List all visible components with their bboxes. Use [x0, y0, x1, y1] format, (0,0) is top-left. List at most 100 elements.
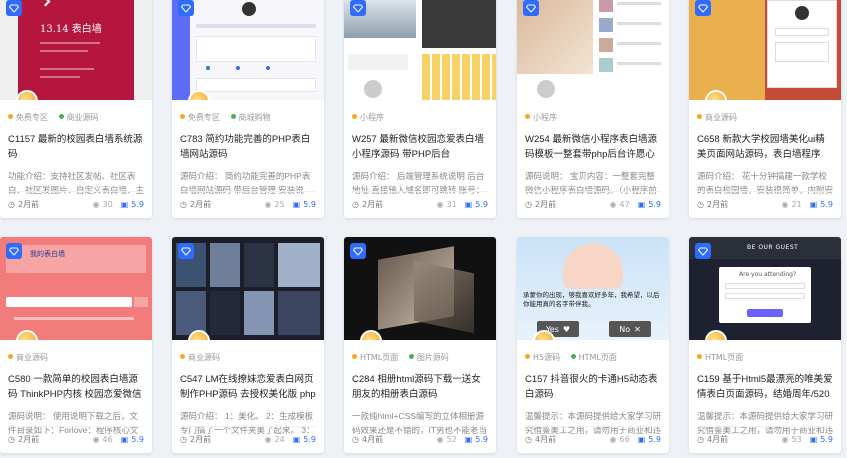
tag[interactable]: 商业源码	[8, 353, 48, 362]
product-card[interactable]: 商业源码 C658 新款大学校园墙美化ui精美页面网站源码，表白墙程序 源码介绍…	[689, 0, 841, 218]
diamond-icon	[178, 243, 194, 259]
thumbnail-line	[617, 22, 661, 25]
divider	[697, 426, 833, 427]
card-title[interactable]: C658 新款大学校园墙美化ui精美页面网站源码，表白墙程序	[697, 132, 833, 162]
thumbnail-dot	[206, 66, 210, 70]
tag-dot	[230, 114, 236, 119]
price: ▣ 5.9	[121, 435, 144, 444]
price: ▣ 5.9	[465, 200, 488, 209]
price: ▣ 5.9	[465, 435, 488, 444]
tag[interactable]: HTML页面	[697, 353, 743, 362]
tag[interactable]: 免费专区	[180, 113, 220, 122]
eye-icon: ◉	[781, 434, 789, 444]
card-thumbnail[interactable]	[344, 237, 496, 340]
card-thumbnail[interactable]	[689, 0, 841, 100]
card-title[interactable]: W257 最新微信校园恋爱表白墙小程序源码 带PHP后台	[352, 132, 488, 162]
card-footer: ◷ 4月前 ◉ 52 ▣ 5.9	[352, 433, 488, 445]
card-thumbnail[interactable]	[517, 0, 669, 100]
tag[interactable]: 商业源码	[58, 113, 99, 122]
card-description: 源码介绍： 简约功能完善的PHP表白墙网站源码 带后台管理 安装说明： 上传..…	[180, 171, 311, 195]
tag[interactable]: HTML页面	[352, 353, 398, 362]
product-card[interactable]: HTML页面 图片源码 C284 相册html源码下载一送女朋友的相册表白源码 …	[344, 237, 496, 453]
product-card[interactable]: BE OUR GUEST Are you attending? HTML页面 C…	[689, 237, 841, 453]
product-card[interactable]: 13.14 表白墙 免费专区 商业源码 C1157 最新的校园表白墙系统源码 功…	[0, 0, 152, 218]
product-card[interactable]: 我的表白墙 商业源码 C580 一款简单的校园表白墙源码 ThinkPHP内核 …	[0, 237, 152, 453]
eye-icon: ◉	[264, 199, 272, 209]
card-thumbnail[interactable]: BE OUR GUEST Are you attending?	[689, 237, 841, 340]
eye-icon: ◉	[264, 434, 272, 444]
ticket-icon: ▣	[464, 434, 473, 444]
clock-icon: ◷	[352, 199, 359, 209]
card-title[interactable]: C284 相册html源码下载一送女朋友的相册表白源码	[352, 372, 488, 402]
tag-dot	[697, 114, 702, 119]
product-card[interactable]: 承蒙你的出现，够我喜欢好多年，我希望，以后你能用真的名字带伴我。 Yes ♥ No…	[517, 237, 669, 453]
tag-label: 图片源码	[416, 353, 449, 362]
card-thumbnail[interactable]	[344, 0, 496, 100]
product-card[interactable]: 免费专区 商城购物 C783 简约功能完善的PHP表白墙网站源码 源码介绍： 简…	[172, 0, 324, 218]
card-thumbnail[interactable]: 承蒙你的出现，够我喜欢好多年，我希望，以后你能用真的名字带伴我。 Yes ♥ No…	[517, 237, 669, 340]
card-tags: HTML页面 图片源码	[352, 352, 488, 364]
ticket-icon: ▣	[809, 434, 818, 444]
thumbnail-avatar	[599, 18, 613, 32]
tag[interactable]: 商业源码	[697, 113, 737, 122]
card-title[interactable]: C580 一款简单的校园表白墙源码 ThinkPHP内核 校园恋爱微信表白墙V1…	[8, 372, 144, 402]
post-time-label: 4月前	[706, 434, 729, 444]
post-time: ◷ 2月前	[180, 199, 265, 210]
divider	[525, 426, 661, 427]
thumbnail-line	[40, 76, 80, 78]
card-footer: ◷ 2月前 ◉ 25 ▣ 5.9	[180, 198, 316, 210]
clock-icon: ◷	[697, 199, 704, 209]
card-tags: 小程序	[525, 112, 661, 124]
tag[interactable]: 免费专区	[8, 113, 48, 122]
card-title[interactable]: C159 基于Html5最漂亮的唯美爱情表白页面源码，结婚周年/520爱情表白	[697, 372, 833, 402]
product-card[interactable]: 小程序 W254 最新微信小程序表白墙源码模板一整套带php后台许愿心公众号开发…	[517, 0, 669, 218]
product-grid: 13.14 表白墙 免费专区 商业源码 C1157 最新的校园表白墙系统源码 功…	[0, 0, 847, 458]
tag[interactable]: 商业源码	[180, 353, 220, 362]
card-title[interactable]: C547 LM在线撩妹恋爱表白网页制作PHP源码 去授权美化版 php商业源码	[180, 372, 316, 402]
thumbnail-input	[6, 297, 132, 307]
tag[interactable]: 小程序	[352, 113, 384, 122]
card-thumbnail[interactable]	[172, 0, 324, 100]
author-avatar[interactable]	[188, 330, 210, 340]
no-button-label: No	[619, 324, 631, 334]
post-time-label: 4月前	[534, 434, 557, 444]
card-title[interactable]: W254 最新微信小程序表白墙源码模板一整套带php后台许愿心公众号开发定	[525, 132, 661, 162]
no-button[interactable]: No ✕	[609, 321, 651, 337]
card-thumbnail[interactable]	[172, 237, 324, 340]
thumbnail-panel	[348, 54, 408, 70]
view-count-label: 66	[619, 434, 630, 444]
thumbnail-field	[775, 28, 829, 36]
thumbnail-dot	[236, 66, 240, 70]
card-title[interactable]: C157 抖音很火的卡通H5动态表白源码	[525, 372, 661, 402]
diamond-icon	[695, 243, 711, 259]
tag[interactable]: 图片源码	[408, 353, 449, 362]
price: ▣ 5.9	[638, 435, 661, 444]
product-card[interactable]: 商业源码 C547 LM在线撩妹恋爱表白网页制作PHP源码 去授权美化版 php…	[172, 237, 324, 453]
author-avatar[interactable]	[360, 330, 382, 340]
eye-icon: ◉	[436, 199, 444, 209]
price-label: 5.9	[303, 199, 316, 209]
author-avatar[interactable]	[16, 330, 38, 340]
tag[interactable]: HTML页面	[570, 353, 617, 362]
chevron-right-icon	[40, 0, 51, 7]
card-thumbnail[interactable]: 我的表白墙	[0, 237, 152, 340]
thumbnail-character	[563, 243, 623, 289]
thumbnail-poster: 13.14 表白墙	[18, 0, 134, 100]
ticket-icon: ▣	[292, 434, 301, 444]
tag[interactable]: 商城购物	[230, 113, 271, 122]
thumbnail-name: 我的表白墙	[30, 250, 65, 258]
card-title[interactable]: C1157 最新的校园表白墙系统源码	[8, 132, 144, 162]
clock-icon: ◷	[525, 434, 532, 444]
thumbnail-emoji-grid	[422, 54, 496, 100]
thumbnail-line	[617, 62, 661, 65]
thumbnail-avatar	[599, 38, 613, 52]
tag[interactable]: 小程序	[525, 113, 557, 122]
thumbnail-panel	[196, 36, 316, 62]
tag[interactable]: H5源码	[525, 353, 560, 362]
card-footer: ◷ 2月前 ◉ 21 ▣ 5.9	[697, 198, 833, 210]
product-card[interactable]: 小程序 W257 最新微信校园恋爱表白墙小程序源码 带PHP后台 源码介绍： 后…	[344, 0, 496, 218]
card-title[interactable]: C783 简约功能完善的PHP表白墙网站源码	[180, 132, 316, 162]
user-placeholder-icon	[364, 80, 382, 98]
card-tags: 免费专区 商城购物	[180, 112, 316, 124]
card-thumbnail[interactable]: 13.14 表白墙	[0, 0, 152, 100]
